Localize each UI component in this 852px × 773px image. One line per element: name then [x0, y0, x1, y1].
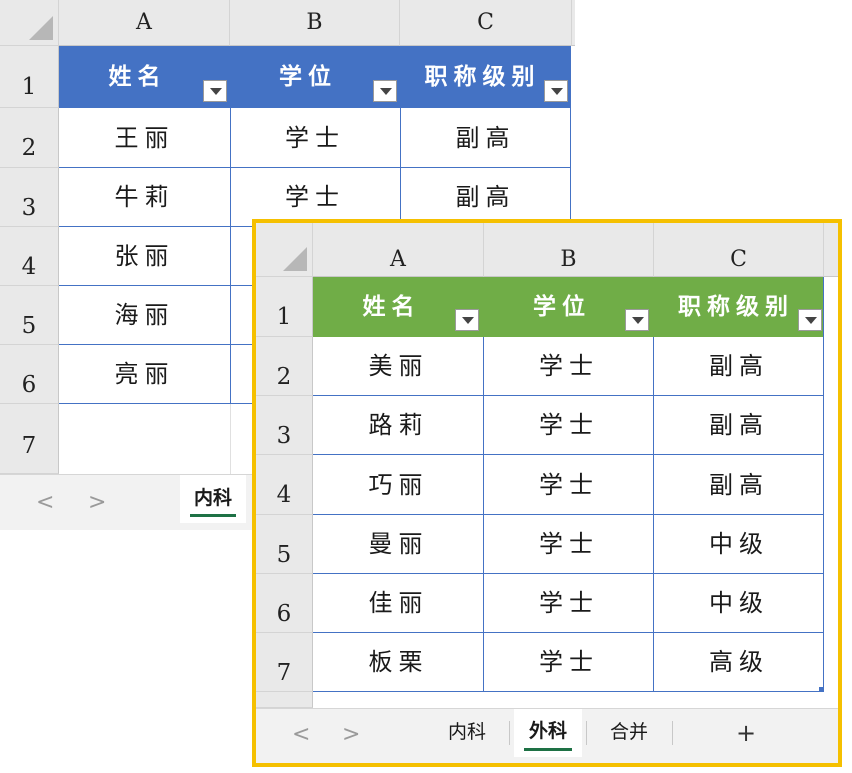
column-header-a[interactable]: A: [313, 223, 484, 277]
add-sheet-button[interactable]: +: [736, 719, 756, 747]
row-header-overflow: [256, 692, 313, 708]
row-header-6[interactable]: 6: [256, 574, 313, 633]
cell-b6[interactable]: 学士: [484, 574, 654, 633]
row-header-3[interactable]: 3: [256, 396, 313, 455]
cell-b2[interactable]: 学士: [230, 108, 400, 168]
row-header-1[interactable]: 1: [256, 277, 313, 337]
row-header-3[interactable]: 3: [0, 168, 59, 227]
grid-line: [313, 514, 824, 515]
next-sheet-arrow[interactable]: >: [88, 490, 106, 515]
active-tab-underline: [524, 748, 572, 751]
grid-line: [313, 691, 824, 692]
sheet-tab-hebing[interactable]: 合并: [596, 709, 662, 757]
cell-c2[interactable]: 副高: [654, 337, 824, 396]
sheet-tab-label: 内科: [193, 487, 232, 509]
tab-separator: [509, 721, 510, 745]
cell-b5[interactable]: 学士: [484, 515, 654, 574]
cell-b4[interactable]: 学士: [484, 455, 654, 515]
row-header-7[interactable]: 7: [0, 404, 59, 474]
front-sheet-tab-bar: < > 内科 外科 合并 +: [256, 708, 838, 763]
row-header-1[interactable]: 1: [0, 46, 59, 108]
sheet-tab-label: 外科: [528, 720, 567, 742]
column-header-b[interactable]: B: [230, 0, 400, 46]
cell-a2[interactable]: 王丽: [59, 108, 230, 168]
next-sheet-arrow[interactable]: >: [342, 722, 360, 747]
chevron-down-icon: [380, 88, 392, 95]
chevron-down-icon: [210, 88, 222, 95]
prev-sheet-arrow[interactable]: <: [36, 490, 54, 515]
cell-c6[interactable]: 中级: [654, 574, 824, 633]
cell-a3[interactable]: 路莉: [313, 396, 484, 455]
cell-a3[interactable]: 牛莉: [59, 168, 230, 227]
cell-c3[interactable]: 副高: [654, 396, 824, 455]
sheet-tab-waike[interactable]: 外科: [514, 709, 582, 757]
tab-separator: [586, 721, 587, 745]
grid-line: [313, 573, 824, 574]
select-all-triangle-icon: [29, 16, 53, 40]
filter-dropdown-button-c[interactable]: [798, 309, 822, 331]
sheet-tab-label: 内科: [447, 721, 486, 743]
grid-line: [313, 395, 824, 396]
row-header-5[interactable]: 5: [256, 515, 313, 574]
select-all-corner[interactable]: [0, 0, 59, 46]
cell-b2[interactable]: 学士: [484, 337, 654, 396]
select-all-triangle-icon: [283, 247, 307, 271]
row-header-5[interactable]: 5: [0, 286, 59, 345]
cell-a7[interactable]: 板栗: [313, 633, 484, 692]
cell-c7[interactable]: 高级: [654, 633, 824, 692]
cell-c4[interactable]: 副高: [654, 455, 824, 515]
cell-b7[interactable]: 学士: [484, 633, 654, 692]
grid-line: [230, 108, 231, 404]
cell-a6[interactable]: 佳丽: [313, 574, 484, 633]
row-header-7[interactable]: 7: [256, 633, 313, 692]
filter-dropdown-button-a[interactable]: [203, 80, 227, 102]
filter-dropdown-button-c[interactable]: [544, 80, 568, 102]
row-header-2[interactable]: 2: [256, 337, 313, 396]
chevron-down-icon: [632, 317, 644, 324]
row-header-2[interactable]: 2: [0, 108, 59, 168]
column-header-a[interactable]: A: [59, 0, 230, 46]
grid-line: [59, 167, 571, 168]
cell-c5[interactable]: 中级: [654, 515, 824, 574]
column-header-overflow: [572, 0, 575, 46]
tab-separator: [672, 721, 673, 745]
active-tab-underline: [190, 514, 236, 517]
cell-a2[interactable]: 美丽: [313, 337, 484, 396]
cell-a4[interactable]: 巧丽: [313, 455, 484, 515]
cell-a6[interactable]: 亮丽: [59, 345, 230, 404]
chevron-down-icon: [805, 317, 817, 324]
select-all-corner[interactable]: [256, 223, 313, 277]
cell-a5[interactable]: 海丽: [59, 286, 230, 345]
grid-line: [313, 632, 824, 633]
cell-a4[interactable]: 张丽: [59, 227, 230, 286]
cell-b3[interactable]: 学士: [484, 396, 654, 455]
column-header-b[interactable]: B: [484, 223, 654, 277]
column-header-overflow: [824, 223, 838, 277]
front-sheet: A B C 1 2 3 4 5 6 7 姓名 学位 职称级别 美丽 学士 副高 …: [256, 223, 838, 763]
filter-dropdown-button-b[interactable]: [625, 309, 649, 331]
prev-sheet-arrow[interactable]: <: [292, 722, 310, 747]
chevron-down-icon: [462, 317, 474, 324]
filter-dropdown-button-b[interactable]: [373, 80, 397, 102]
row-header-4[interactable]: 4: [0, 227, 59, 286]
cell-c2[interactable]: 副高: [400, 108, 571, 168]
filter-dropdown-button-a[interactable]: [455, 309, 479, 331]
chevron-down-icon: [551, 88, 563, 95]
screenshot-stage: A B C 1 2 3 4 5 6 7 姓名 学位 职称级别 王丽 学士 副高 …: [0, 0, 852, 773]
grid-line: [823, 277, 824, 692]
table-resize-handle[interactable]: [819, 687, 824, 692]
sheet-tab-neike[interactable]: 内科: [434, 709, 500, 757]
sheet-tab-label: 合并: [609, 721, 648, 743]
cell-a5[interactable]: 曼丽: [313, 515, 484, 574]
grid-line: [313, 454, 824, 455]
grid-line: [230, 404, 231, 474]
column-header-c[interactable]: C: [654, 223, 824, 277]
row-header-6[interactable]: 6: [0, 345, 59, 404]
column-header-c[interactable]: C: [400, 0, 572, 46]
sheet-tab-neike[interactable]: 内科: [180, 475, 246, 523]
row-header-4[interactable]: 4: [256, 455, 313, 515]
